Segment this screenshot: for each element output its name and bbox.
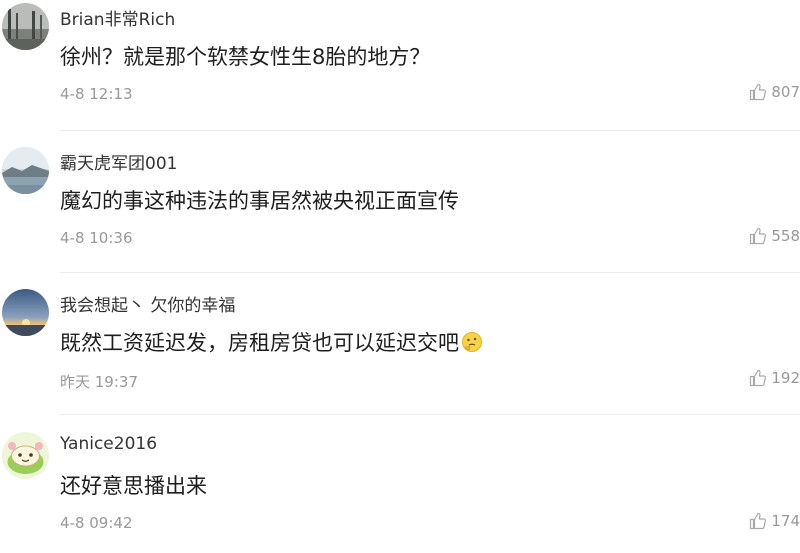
avatar[interactable] (2, 147, 49, 194)
comment-time: 4-8 12:13 (60, 85, 133, 103)
like-button[interactable]: 558 (749, 227, 800, 245)
divider (60, 130, 800, 131)
divider (60, 272, 800, 273)
thumbs-up-icon (750, 369, 767, 387)
username[interactable]: Brian非常Rich (60, 5, 175, 30)
username[interactable]: 霸天虎军团001 (60, 149, 177, 174)
comment-text-body: 魔幻的事这种违法的事居然被央视正面宣传 (60, 189, 459, 213)
comment-time: 4-8 10:36 (60, 229, 133, 247)
comment-time: 4-8 09:42 (60, 514, 133, 532)
avatar[interactable] (2, 432, 49, 479)
avatar-sunset-icon (2, 289, 49, 336)
avatar-landscape-icon (2, 3, 49, 50)
divider (60, 414, 800, 415)
like-count: 807 (771, 83, 800, 101)
comment-text-body: 既然工资延迟发，房租房贷也可以延迟交吧 (60, 331, 459, 355)
username[interactable]: 我会想起丶 欠你的幸福 (60, 291, 235, 316)
avatar-cartoon-icon (2, 432, 49, 479)
emoji (461, 331, 483, 353)
like-button[interactable]: 192 (749, 369, 800, 387)
like-button[interactable]: 174 (749, 512, 800, 530)
comment-text: 徐州？就是那个软禁女性生8胎的地方？ (60, 41, 430, 71)
thumbs-up-icon (750, 227, 767, 245)
thumbs-up-icon (750, 512, 767, 530)
like-count: 558 (771, 227, 800, 245)
comment-text: 既然工资延迟发，房租房贷也可以延迟交吧 (60, 327, 483, 357)
thinking-face-icon (462, 332, 482, 352)
comment-text: 魔幻的事这种违法的事居然被央视正面宣传 (60, 185, 459, 215)
avatar-lake-icon (2, 147, 49, 194)
comment-time: 昨天 19:37 (60, 373, 138, 391)
like-count: 174 (771, 512, 800, 530)
like-count: 192 (771, 369, 800, 387)
comment-text-body: 徐州？就是那个软禁女性生8胎的地方？ (60, 45, 431, 69)
avatar[interactable] (2, 289, 49, 336)
thumbs-up-icon (750, 83, 767, 101)
avatar[interactable] (2, 3, 49, 50)
comment-text: 还好意思播出来 (60, 470, 207, 500)
like-button[interactable]: 807 (749, 83, 800, 101)
username[interactable]: Yanice2016 (60, 434, 157, 454)
comment-text-body: 还好意思播出来 (60, 474, 207, 498)
